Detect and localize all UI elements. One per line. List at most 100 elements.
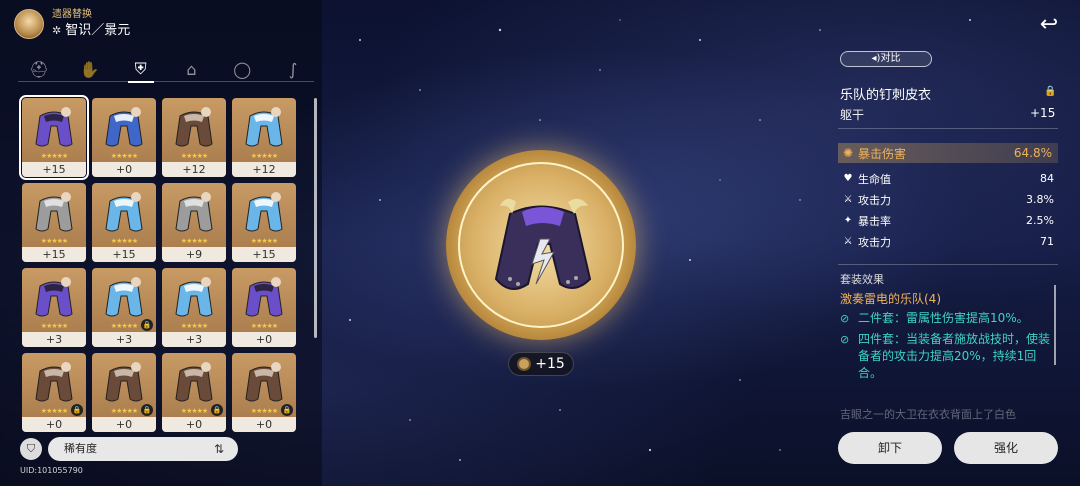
relic-level-label: +15 [22, 247, 86, 262]
list-scrollbar[interactable] [314, 98, 317, 338]
filter-button[interactable]: ⛉ [20, 438, 42, 460]
armor-icon: ⛨ [134, 59, 147, 78]
relic-level-label: +9 [162, 247, 226, 262]
relic-card[interactable]: ★★★★★ +0 [92, 98, 156, 177]
relic-thumbnail [175, 362, 213, 402]
main-stat-row: ✺ 暴击伤害 64.8% [838, 143, 1058, 163]
sub-stat-row: ⚔ 攻击力 71 [838, 231, 1058, 252]
relic-card[interactable]: ★★★★★ +0 [232, 268, 296, 347]
compare-button[interactable]: ◂)对比 [840, 51, 932, 67]
sub-stat-value: 71 [1040, 235, 1054, 248]
relic-level-label: +15 [232, 247, 296, 262]
relic-card[interactable]: ★★★★★ +9 [162, 183, 226, 262]
sub-stats: ♥ 生命值 84 ⚔ 攻击力 3.8% ✦ 暴击率 2.5% ⚔ 攻击力 71 [838, 168, 1058, 252]
relic-name: 乐队的钉刺皮衣 [840, 88, 932, 103]
set-effect-4pc-text: 四件套：当装备者施放战技时，使装备者的攻击力提高20%，持续1回合。 [858, 332, 1051, 380]
back-icon[interactable]: ↩ [1036, 14, 1062, 36]
relic-card[interactable]: ★★★★★ +15 [19, 95, 89, 180]
relic-card[interactable]: ★★★★★ +3 [22, 268, 86, 347]
sort-dropdown[interactable]: 稀有度 ⇅ [48, 437, 238, 461]
relic-detail-level: +15 [1030, 106, 1056, 120]
crit-dmg-icon: ✺ [842, 146, 854, 160]
lock-icon: 🔒 [141, 404, 153, 416]
relic-thumbnail [35, 362, 73, 402]
relic-card[interactable]: ★★★★★ +3 [162, 268, 226, 347]
tab-head[interactable]: ⛑ [18, 56, 60, 82]
leather-jacket-relic-image [494, 198, 592, 290]
relic-thumbnail [35, 107, 73, 147]
helmet-icon: ⛑ [28, 59, 50, 79]
detail-scrollbar[interactable] [1054, 285, 1056, 365]
rarity-stars: ★★★★★ [110, 237, 138, 245]
set-effect-2pc: ⊘ 二件套：雷属性伤害提高10%。 [840, 310, 1052, 327]
character-portrait [201, 362, 211, 372]
set-effect-4pc: ⊘ 四件套：当装备者施放战技时，使装备者的攻击力提高20%，持续1回合。 [840, 331, 1052, 382]
sub-stat-row: ✦ 暴击率 2.5% [838, 210, 1058, 231]
relic-card[interactable]: ★★★★★ +15 [232, 183, 296, 262]
character-portrait [271, 107, 281, 117]
relic-description: 吉眼之一的大卫在衣衣背面上了白色 [840, 408, 1016, 421]
relic-level-label: +12 [162, 162, 226, 177]
avatar[interactable] [14, 9, 44, 39]
relic-card[interactable]: ★★★★★ 🔒 +0 [162, 353, 226, 432]
rarity-stars: ★★★★★ [40, 152, 68, 160]
lock-icon: 🔒 [141, 319, 153, 331]
relic-thumbnail [35, 192, 73, 232]
character-portrait [271, 362, 281, 372]
rarity-stars: ★★★★★ [110, 152, 138, 160]
sub-stat-value: 2.5% [1026, 214, 1054, 227]
relic-thumbnail [245, 192, 283, 232]
relic-level-label: +0 [22, 417, 86, 432]
rarity-stars: ★★★★★ [250, 322, 278, 330]
divider [838, 128, 1058, 129]
lock-icon[interactable]: 🔒 [1044, 86, 1056, 97]
relic-thumbnail [35, 277, 73, 317]
character-portrait [131, 192, 141, 202]
relic-card[interactable]: ★★★★★ 🔒 +0 [92, 353, 156, 432]
relic-level-coin-icon [517, 357, 532, 371]
sort-order-icon[interactable]: ⇅ [214, 437, 224, 461]
character-portrait [61, 362, 71, 372]
divider [838, 264, 1058, 265]
relic-thumbnail [245, 362, 283, 402]
relic-thumbnail [175, 107, 213, 147]
relic-thumbnail [245, 277, 283, 317]
sub-stat-value: 84 [1040, 172, 1054, 185]
character-portrait [271, 277, 281, 287]
relic-card[interactable]: ★★★★★ 🔒 +3 [92, 268, 156, 347]
tab-feet[interactable]: ⌂ [170, 56, 212, 82]
relic-card[interactable]: ★★★★★ 🔒 +0 [22, 353, 86, 432]
rarity-stars: ★★★★★ [180, 237, 208, 245]
atk-icon: ⚔ [843, 236, 853, 247]
sub-stat-row: ♥ 生命值 84 [838, 168, 1058, 189]
ring-icon: ◯ [233, 59, 252, 79]
check-circle-icon: ⊘ [840, 333, 850, 346]
main-stat-value: 64.8% [1013, 146, 1052, 160]
lock-icon: 🔒 [71, 404, 83, 416]
relic-card[interactable]: ★★★★★ +15 [22, 183, 86, 262]
tab-sphere[interactable]: ◯ [221, 56, 263, 82]
character-portrait [271, 192, 281, 202]
upgrade-button[interactable]: 强化 [954, 432, 1058, 464]
tab-body[interactable]: ⛨ [120, 56, 162, 83]
rarity-stars: ★★★★★ [180, 152, 208, 160]
crit-rate-icon: ✦ [843, 215, 853, 226]
sub-stat-label: 暴击率 [858, 214, 891, 228]
relic-card[interactable]: ★★★★★ +12 [162, 98, 226, 177]
tab-hands[interactable]: ✋ [69, 56, 111, 82]
relic-card[interactable]: ★★★★★ +12 [232, 98, 296, 177]
rarity-stars: ★★★★★ [40, 237, 68, 245]
lock-icon: 🔒 [281, 404, 293, 416]
relic-level-label: +0 [92, 417, 156, 432]
rarity-stars: ★★★★★ [250, 152, 278, 160]
tab-rope[interactable]: ∫ [272, 56, 314, 82]
unequip-button[interactable]: 卸下 [838, 432, 942, 464]
slot-tabs: ⛑ ✋ ⛨ ⌂ ◯ ∫ [18, 56, 314, 83]
hp-icon: ♥ [843, 173, 853, 184]
main-stat-label: 暴击伤害 [858, 146, 907, 161]
relic-card[interactable]: ★★★★★ 🔒 +0 [232, 353, 296, 432]
sub-stat-label: 攻击力 [858, 193, 891, 207]
rope-icon: ∫ [288, 59, 298, 79]
relic-card[interactable]: ★★★★★ +15 [92, 183, 156, 262]
relic-level-label: +15 [22, 162, 86, 177]
